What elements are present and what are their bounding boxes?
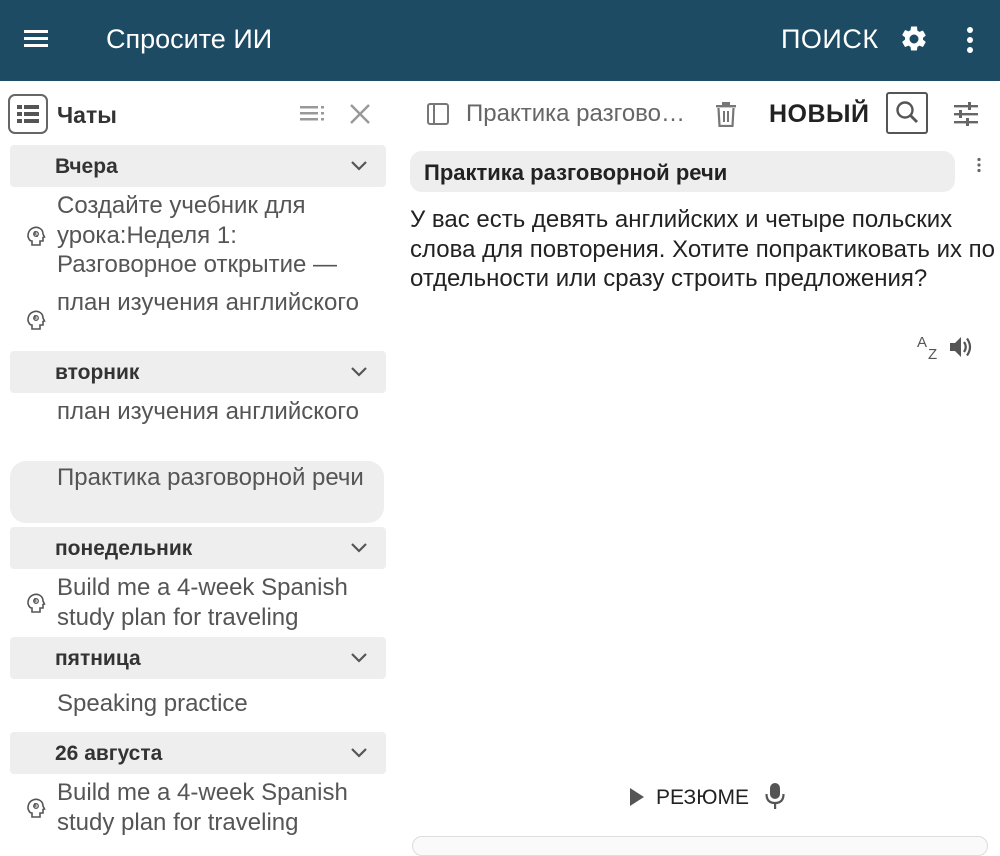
- new-chat-button[interactable]: НОВЫЙ: [769, 100, 870, 129]
- chevron-down-icon: [351, 748, 367, 758]
- translate-icon[interactable]: A Z: [916, 333, 942, 361]
- chat-list-item[interactable]: план изучения английского: [10, 288, 384, 352]
- group-header-tuesday[interactable]: вторник: [10, 351, 386, 393]
- tune-icon[interactable]: [952, 101, 980, 127]
- chat-list-item[interactable]: план изучения английского: [10, 397, 384, 459]
- conversation-name: Практика разговорной речи: [466, 100, 698, 127]
- microphone-icon[interactable]: [764, 782, 786, 810]
- group-label: пятница: [55, 647, 141, 670]
- sidebar-header: Чаты: [0, 81, 392, 145]
- assistant-message: У вас есть девять английских и четыре по…: [410, 206, 996, 292]
- message-input[interactable]: [412, 836, 988, 856]
- speaker-icon[interactable]: [948, 334, 974, 360]
- more-vert-icon[interactable]: [958, 24, 982, 56]
- chat-list-item[interactable]: Build me a 4-week Spanish study plan for…: [10, 573, 384, 635]
- chevron-down-icon: [351, 653, 367, 663]
- chat-title: Практика разговорной речи: [57, 464, 364, 491]
- trash-icon[interactable]: [714, 101, 738, 127]
- search-icon: [896, 101, 918, 123]
- group-label: Вчера: [55, 155, 118, 178]
- chevron-down-icon: [351, 161, 367, 171]
- chat-list-item[interactable]: Создайте учебник для урока:Неделя 1: Раз…: [10, 191, 384, 283]
- group-header-monday[interactable]: понедельник: [10, 527, 386, 569]
- svg-text:Z: Z: [928, 346, 937, 361]
- chat-list-item-selected[interactable]: Практика разговорной речи: [10, 461, 384, 523]
- chat-title: Speaking practice: [57, 690, 248, 717]
- conversation-title-text: Практика разговорной речи: [424, 160, 728, 185]
- group-header-friday[interactable]: пятница: [10, 637, 386, 679]
- list-view-icon: [17, 105, 39, 123]
- search-chat-button[interactable]: [886, 92, 928, 134]
- app-bar: Спросите ИИ ПОИСК: [0, 0, 1000, 81]
- group-label: понедельник: [55, 537, 193, 560]
- brain-icon: [27, 310, 46, 330]
- app-title: Спросите ИИ: [106, 24, 273, 54]
- chevron-down-icon: [351, 367, 367, 377]
- chat-sidebar: Чаты Вчера Создайте учебник для урока:Не…: [0, 81, 392, 842]
- chevron-down-icon: [351, 543, 367, 553]
- chat-title: Создайте учебник для урока:Неделя 1: Раз…: [57, 192, 337, 278]
- svg-text:A: A: [917, 334, 927, 351]
- chat-title: план изучения английского: [57, 398, 359, 425]
- search-button[interactable]: ПОИСК: [781, 24, 879, 55]
- sidebar-toggle-button[interactable]: [8, 94, 48, 134]
- group-header-yesterday[interactable]: Вчера: [10, 145, 386, 187]
- group-header-aug-26[interactable]: 26 августа: [10, 732, 386, 774]
- brain-icon: [27, 226, 46, 246]
- chat-title: Build me a 4-week Spanish study plan for…: [57, 779, 348, 836]
- play-icon: [630, 788, 644, 806]
- group-label: 26 августа: [55, 742, 163, 765]
- more-vert-icon[interactable]: [974, 157, 984, 173]
- resume-label: РЕЗЮМЕ: [656, 786, 749, 809]
- brain-icon: [27, 593, 46, 613]
- conversation-title: Практика разговорной речи: [410, 151, 955, 192]
- gear-icon[interactable]: [899, 24, 929, 54]
- chat-title: Build me a 4-week Spanish study plan for…: [57, 574, 348, 631]
- chat-list-item[interactable]: Build me a 4-week Spanish study plan for…: [10, 778, 384, 840]
- chat-toolbar: Практика разговорной речи НОВЫЙ: [400, 81, 1000, 145]
- chat-title: план изучения английского: [57, 289, 359, 316]
- brain-icon: [27, 798, 46, 818]
- sidebar-title: Чаты: [57, 102, 117, 128]
- chat-main: Практика разговорной речи НОВЫЙ Практика…: [400, 81, 1000, 856]
- hamburger-menu-icon[interactable]: [20, 24, 54, 54]
- side-panel-icon[interactable]: [426, 102, 450, 126]
- chat-list-item[interactable]: Speaking practice: [10, 689, 384, 725]
- group-label: вторник: [55, 361, 140, 384]
- sort-list-icon[interactable]: [298, 103, 326, 125]
- close-icon[interactable]: [348, 102, 372, 126]
